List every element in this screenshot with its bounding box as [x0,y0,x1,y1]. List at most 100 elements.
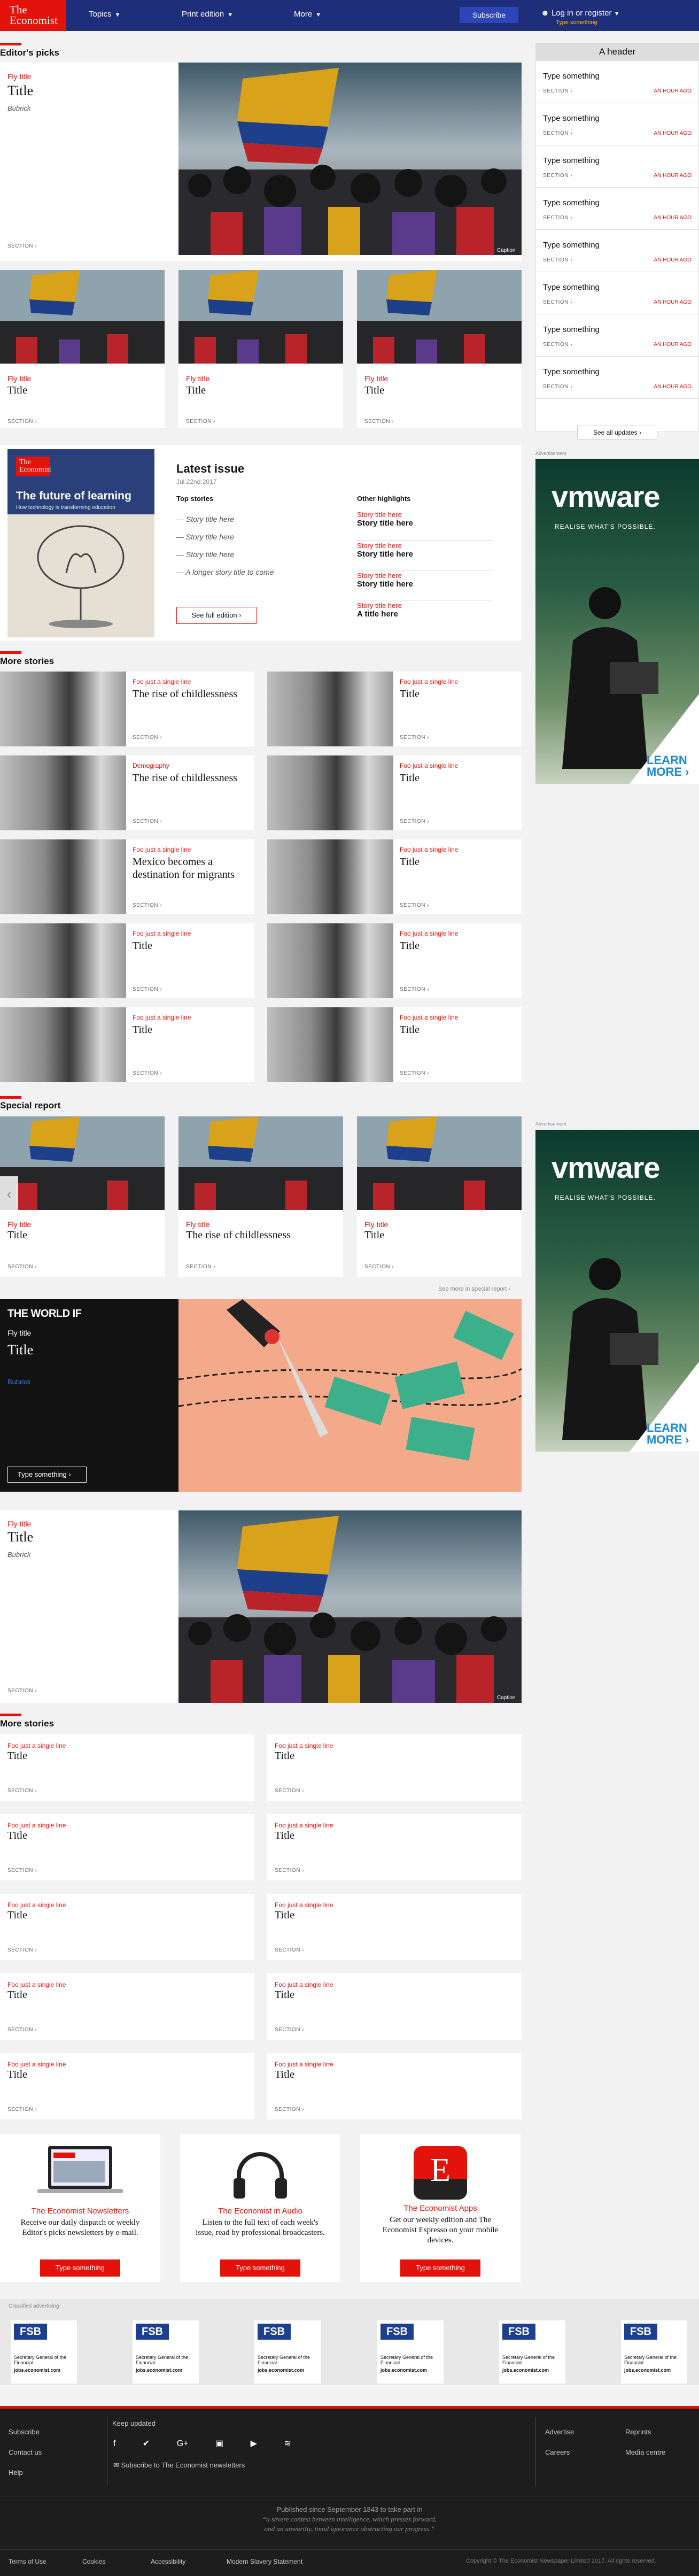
sidebar-item[interactable]: Type something SECTION AN HOUR AGO [535,357,699,399]
section-link[interactable]: SECTION [133,1070,162,1076]
protest-photo[interactable] [178,63,522,255]
story-card[interactable]: Foo just a single line Title SECTION [267,1007,522,1082]
login-link[interactable]: ☻ Log in or register ▼ [541,9,620,18]
story-card[interactable]: Foo just a single line Title SECTION [0,1007,254,1082]
footer-link-media[interactable]: Media centre [625,2442,665,2463]
see-all-updates-button[interactable]: See all updates › [577,426,657,439]
highlight-item[interactable]: Story title here A title here [357,600,493,630]
story-link[interactable]: — Story title here [176,546,274,564]
highlight-item[interactable]: Story title here Story title here [357,541,493,570]
sidebar-item[interactable]: Type something SECTION AN HOUR AGO [535,103,699,145]
headline[interactable]: Title [364,1229,384,1241]
classified-ad[interactable]: FSB Secretary General of the Financial job… [621,2320,687,2384]
fly-title[interactable]: Fly title [186,1220,209,1229]
highlight-item[interactable]: Story title here Story title here [357,570,493,600]
section-link[interactable]: SECTION [133,819,162,824]
fly-title[interactable]: Fly title [7,72,31,81]
story-card[interactable]: Foo just a single line Title SECTION [267,839,522,914]
carousel-prev-arrow-icon[interactable]: ‹ [0,1176,18,1214]
twitter-icon[interactable]: ✔ [143,2439,150,2448]
world-if-panel[interactable] [0,1299,178,1492]
story-card[interactable]: Foo just a single line Mexico becomes a d… [0,839,254,914]
facebook-icon[interactable]: f [113,2439,115,2448]
section-link[interactable]: SECTION [275,2027,304,2033]
card-photo[interactable] [178,1116,343,1210]
fly-title[interactable]: Fly title [7,1329,31,1337]
sidebar-item[interactable]: Type something SECTION AN HOUR AGO [535,188,699,230]
footer-link-advertise[interactable]: Advertise [545,2422,574,2442]
economist-logo[interactable]: The Economist [0,0,66,31]
fly-title[interactable]: Fly title [7,1520,31,1528]
fly-title[interactable]: Fly title [186,374,209,383]
section-link[interactable]: SECTION [400,735,429,741]
sidebar-item[interactable]: Type something SECTION AN HOUR AGO [535,314,699,357]
headline[interactable]: Title [7,1229,27,1241]
card-photo[interactable] [0,1116,165,1210]
headline[interactable]: Title [186,384,206,397]
ad-cta[interactable]: LEARN MORE › [647,754,695,778]
promo-button[interactable]: Type something [220,2259,300,2277]
instagram-icon[interactable]: ▣ [215,2439,223,2448]
section-link[interactable]: SECTION [400,1070,429,1076]
story-card[interactable]: Foo just a single line Title SECTION [0,923,254,998]
footer-link-subscribe[interactable]: Subscribe [9,2422,42,2442]
section-link[interactable]: SECTION [543,257,572,263]
card-photo[interactable] [357,1116,522,1210]
world-if-cta[interactable]: Type something › [7,1467,87,1483]
story-card[interactable]: Foo just a single line Title SECTION [0,1973,254,2040]
world-if-illustration[interactable] [178,1299,522,1492]
card-photo[interactable] [357,270,522,364]
promo-button[interactable]: Type something [400,2259,480,2277]
story-card[interactable]: Foo just a single line Title SECTION [267,2053,522,2119]
legal-modern-slavery[interactable]: Modern Slavery Statement [227,2558,302,2565]
section-link[interactable]: SECTION [275,2107,304,2112]
ad-cta[interactable]: LEARN MORE › [647,1422,695,1446]
sidebar-item[interactable]: Type something SECTION AN HOUR AGO [535,230,699,272]
classified-ad[interactable]: FSB Secretary General of the Financial job… [11,2320,77,2384]
story-card[interactable]: Foo just a single line Title SECTION [267,755,522,830]
section-link[interactable]: SECTION [133,986,162,992]
classified-ad[interactable]: FSB Secretary General of the Financial job… [377,2320,444,2384]
story-card[interactable]: Foo just a single line Title SECTION [267,672,522,746]
section-link[interactable]: SECTION [7,1947,37,1953]
footer-link-contact[interactable]: Contact us [9,2442,42,2463]
section-link[interactable]: SECTION [543,342,572,348]
section-link[interactable]: SECTION [543,130,572,136]
section-link[interactable]: SECTION [7,1868,37,1873]
headline[interactable]: The rise of childlessness [186,1229,291,1241]
story-link[interactable]: — A longer story title to come [176,564,274,581]
section-link[interactable]: SECTION [275,1947,304,1953]
sidebar-item[interactable]: Type something SECTION AN HOUR AGO [535,145,699,188]
section-link[interactable]: SECTION [364,1264,394,1270]
story-card[interactable]: Foo just a single line Title SECTION [0,1734,254,1801]
rss-icon[interactable]: ≋ [284,2439,291,2448]
footer-link-reprints[interactable]: Reprints [625,2422,665,2442]
section-link[interactable]: SECTION [7,243,37,249]
section-link[interactable]: SECTION [543,173,572,179]
legal-terms[interactable]: Terms of Use [9,2558,46,2565]
section-link[interactable]: SECTION [543,299,572,305]
story-card[interactable]: Demography The rise of childlessness SECTI… [0,755,254,830]
story-card[interactable]: Foo just a single line Title SECTION [267,1814,522,1880]
section-link[interactable]: SECTION [543,88,572,94]
headline[interactable]: Title [7,1342,33,1358]
nav-more[interactable]: More ▼ [294,10,321,19]
story-card[interactable]: Foo just a single line Title SECTION [0,2053,254,2119]
section-link[interactable]: SECTION [543,215,572,221]
section-link[interactable]: SECTION [275,1788,304,1794]
legal-accessibility[interactable]: Accessibility [151,2558,185,2565]
sidebar-item[interactable]: Type something SECTION AN HOUR AGO [535,272,699,314]
classified-ad[interactable]: FSB Secretary General of the Financial job… [254,2320,321,2384]
section-link[interactable]: SECTION [7,1688,37,1694]
fly-title[interactable]: Fly title [7,374,31,383]
headline[interactable]: Title [7,1529,33,1545]
vmware-ad[interactable]: vmware REALISE WHAT'S POSSIBLE. LEARN MO… [535,1130,699,1452]
section-link[interactable]: SECTION [7,1788,37,1794]
see-full-edition-button[interactable]: See full edition › [176,607,257,624]
section-link[interactable]: SECTION [364,419,394,425]
story-card[interactable]: Foo just a single line Title SECTION [0,1814,254,1880]
story-card[interactable]: Foo just a single line Title SECTION [267,1734,522,1801]
highlight-item[interactable]: Story title here Story title here [357,511,493,541]
section-link[interactable]: SECTION [7,1264,37,1270]
footer-link-careers[interactable]: Careers [545,2442,574,2463]
